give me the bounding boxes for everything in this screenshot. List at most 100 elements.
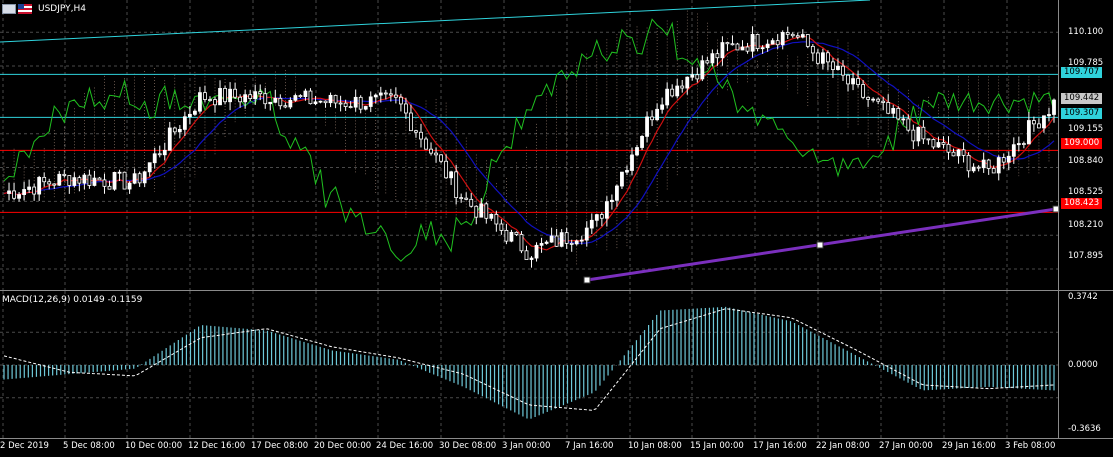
candle-body (519, 234, 524, 252)
candle-body (625, 170, 629, 173)
candle-body (353, 96, 358, 108)
candle-body (167, 127, 172, 151)
candle-body (956, 149, 961, 157)
candle-body (1011, 144, 1016, 157)
candle-body (67, 175, 72, 186)
chart-window-icon (2, 4, 16, 14)
candle-body (1052, 99, 1056, 115)
candle-body (343, 102, 348, 107)
macd-scale-bottom: -0.3636 (1068, 424, 1101, 434)
candle-body (745, 46, 750, 52)
time-tick: 20 Dec 00:00 (314, 441, 372, 451)
candle-body (730, 43, 735, 46)
candle-body (358, 96, 363, 110)
candle-body (750, 34, 755, 52)
candle-body (404, 103, 408, 114)
candle-body (228, 88, 232, 103)
candle-body (615, 185, 619, 201)
candle-body (434, 152, 438, 156)
candle-body (1047, 114, 1051, 117)
candle-body (187, 113, 192, 118)
candle-body (675, 85, 680, 97)
candle-body (660, 104, 665, 110)
candle-body (710, 53, 715, 64)
candle-body (278, 97, 283, 107)
candle-body (584, 227, 589, 241)
candle-body (504, 229, 509, 242)
candle-body (861, 84, 865, 98)
candle-body (700, 60, 705, 80)
candle-body (409, 112, 413, 132)
candle-body (147, 162, 152, 173)
candle-body (574, 240, 579, 245)
candle-body (820, 52, 825, 64)
candle-body (665, 88, 670, 106)
candle-body (926, 138, 931, 141)
candle-body (815, 52, 820, 64)
candle-body (916, 126, 921, 142)
candle-body (283, 105, 288, 108)
candle-body (760, 47, 765, 50)
candle-body (117, 171, 122, 174)
candle-body (268, 101, 273, 105)
candle-body (444, 160, 449, 179)
candle-body (931, 139, 936, 148)
candle-body (921, 126, 926, 140)
candle-body (298, 95, 303, 98)
candle-body (388, 93, 393, 96)
candle-body (594, 214, 599, 221)
candle-body (82, 174, 87, 184)
candle-body (539, 243, 544, 246)
candle-body (514, 231, 519, 235)
candle-body (876, 98, 881, 102)
candle-body (705, 60, 710, 64)
candle-body (127, 182, 132, 190)
candle-body (162, 149, 167, 156)
price-tick: 110.100 (1068, 27, 1104, 37)
candle-body (233, 88, 238, 98)
price-tag-red-lower: 108.423 (1061, 198, 1102, 209)
candle-body (896, 108, 901, 120)
chart-canvas[interactable] (0, 0, 1113, 457)
candle-body (655, 108, 660, 121)
price-tag-current: 109.442 (1061, 93, 1102, 104)
candle-body (740, 46, 745, 51)
candle-body (253, 91, 258, 99)
candle-body (579, 239, 584, 242)
trendline-handle (583, 276, 591, 284)
candle-body (208, 99, 212, 101)
candle-body (715, 53, 720, 59)
candle-body (529, 257, 534, 260)
candle-body (177, 128, 182, 133)
candle-body (1016, 143, 1021, 146)
candle-body (695, 74, 700, 80)
candle-body (223, 88, 227, 103)
candle-body (193, 110, 197, 115)
time-tick: 15 Jan 00:00 (690, 441, 744, 451)
candle-body (37, 176, 42, 195)
candle-body (42, 176, 47, 183)
time-tick: 10 Dec 00:00 (125, 441, 183, 451)
candle-body (991, 168, 996, 174)
candle-body (620, 171, 624, 187)
candle-body (911, 129, 916, 142)
candle-body (866, 96, 871, 100)
candle-body (836, 65, 840, 70)
candle-body (373, 94, 378, 98)
time-tick: 22 Jan 08:00 (816, 441, 870, 451)
candle-body (1037, 123, 1041, 129)
candle-body (122, 171, 127, 190)
candle-body (790, 33, 795, 37)
candle-body (589, 219, 594, 229)
candle-body (378, 92, 383, 96)
candle-body (198, 92, 202, 112)
time-tick: 7 Jan 16:00 (565, 441, 614, 451)
candle-body (333, 94, 338, 104)
time-tick: 29 Jan 16:00 (942, 441, 996, 451)
time-tick: 2 Dec 2019 (0, 441, 49, 451)
candle-body (318, 100, 323, 103)
chikou-span-line (3, 18, 1055, 262)
candle-body (831, 61, 835, 70)
candle-body (851, 78, 855, 85)
macd-scale-top: 0.3742 (1068, 292, 1098, 302)
